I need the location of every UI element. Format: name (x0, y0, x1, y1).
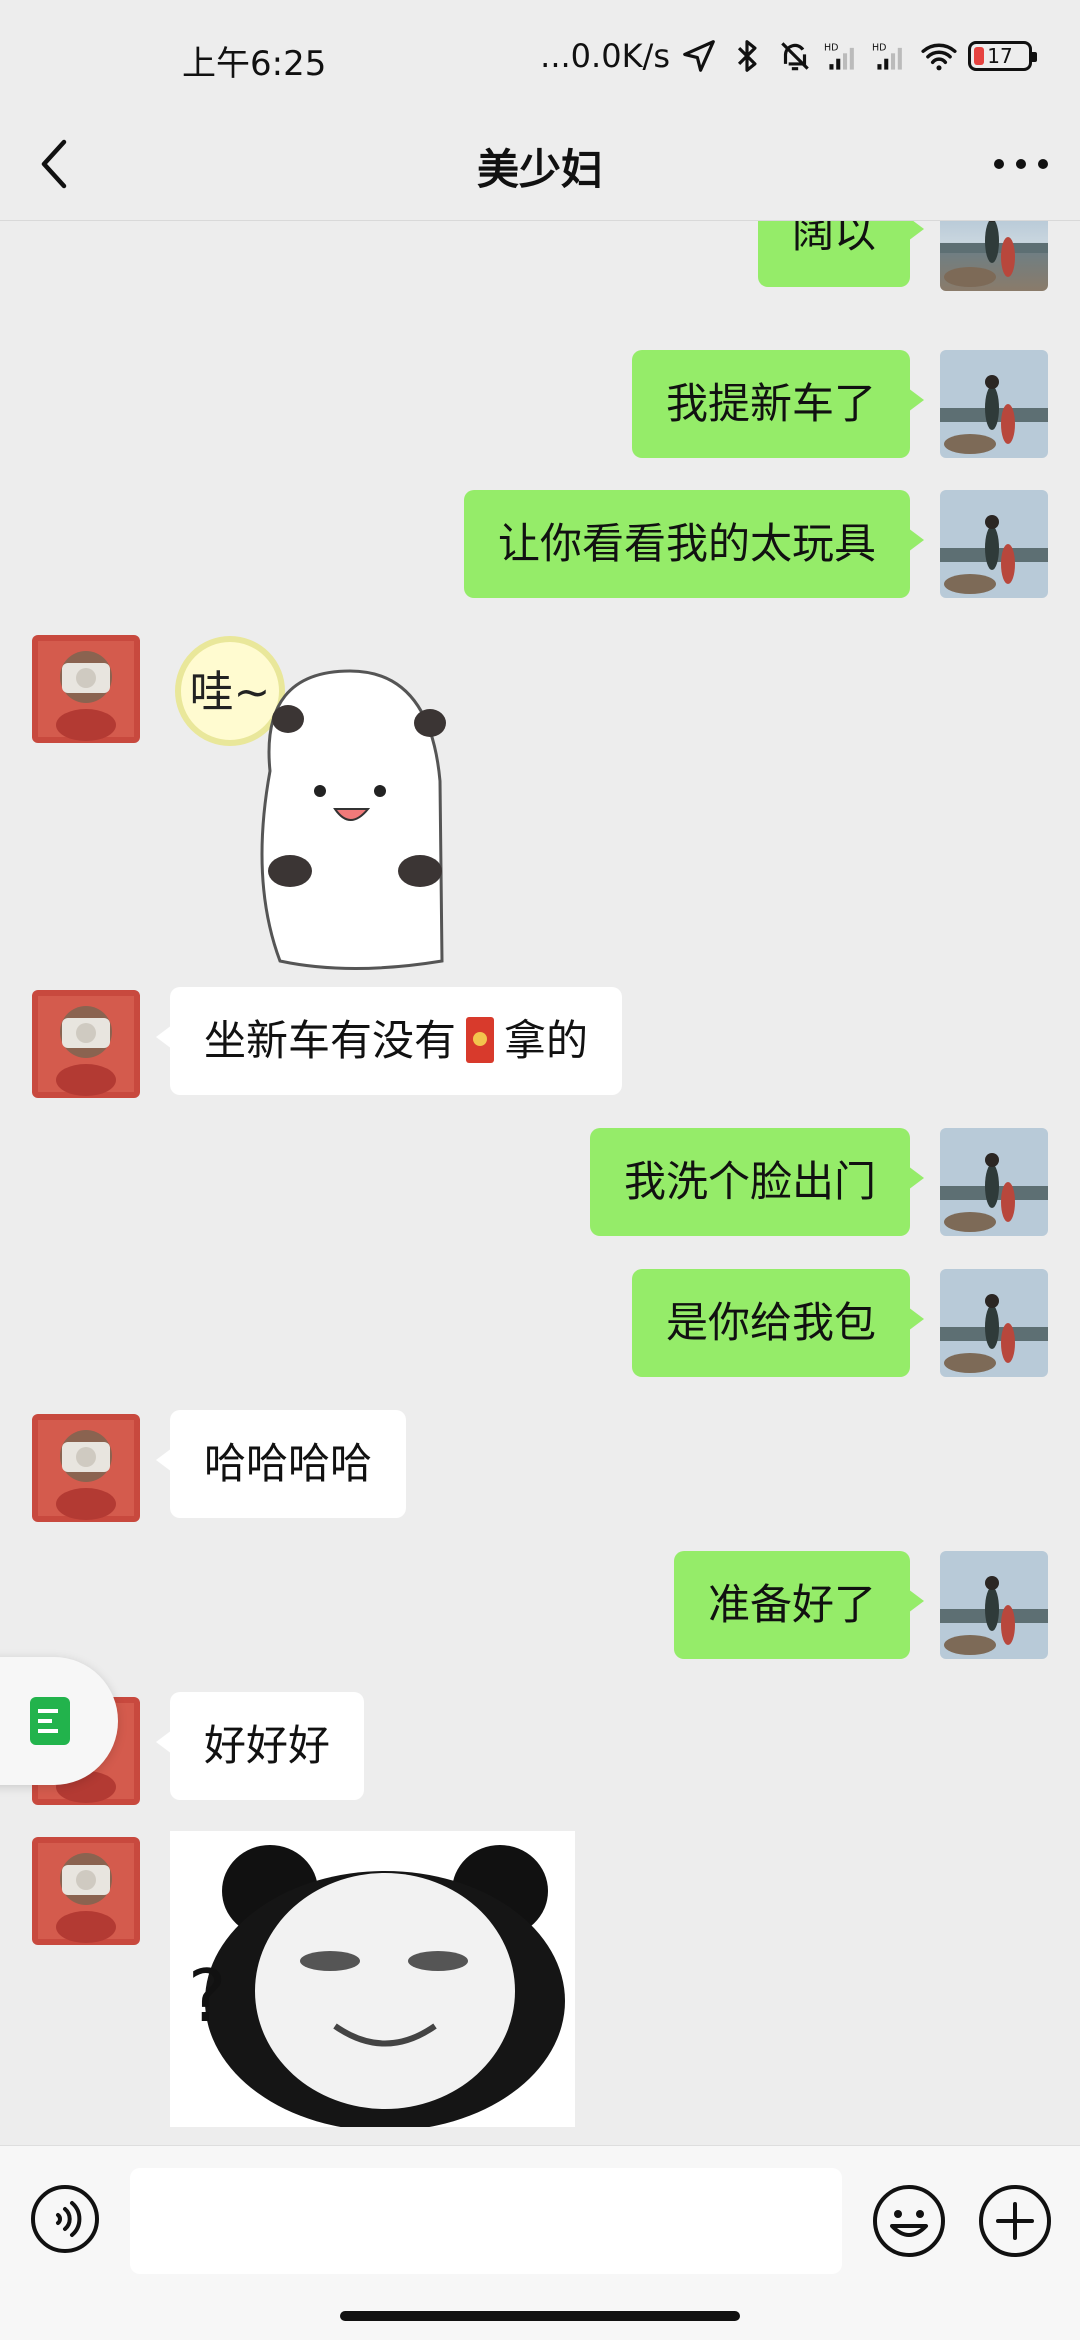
hd-signal-icon: HD (824, 43, 854, 70)
self-avatar[interactable] (940, 490, 1048, 598)
hd-signal-icon: HD (872, 43, 902, 70)
net-speed: ...0.0K/s (540, 37, 670, 75)
message-bubble[interactable]: 好好好 (155, 1692, 365, 1800)
more-button[interactable] (990, 136, 1052, 192)
chat-screen: 上午6:25 ...0.0K/s HD HD 17 美少妇 阔以 我提新车了 让… (0, 0, 1080, 2340)
status-icons: ...0.0K/s HD HD 17 (540, 36, 1037, 76)
self-avatar[interactable] (940, 221, 1048, 291)
message-bubble[interactable]: 阔以 (757, 221, 925, 287)
message-text: 坐新车有没有 (204, 1016, 457, 1065)
sticker-message[interactable]: 哇~ (170, 631, 500, 971)
contact-avatar[interactable] (32, 1414, 140, 1522)
battery-icon: 17 (968, 41, 1037, 71)
document-icon (30, 1697, 70, 1745)
chat-title: 美少妇 (476, 145, 603, 194)
emoji-icon[interactable] (872, 2184, 946, 2258)
contact-avatar[interactable] (32, 635, 140, 743)
sticker-caption: 哇~ (190, 667, 271, 718)
plus-icon[interactable] (978, 2184, 1052, 2258)
message-bubble[interactable]: 我洗个脸出门 (589, 1128, 925, 1236)
message-bubble[interactable]: 让你看看我的太玩具 (463, 490, 925, 598)
svg-text:HD: HD (824, 43, 838, 54)
wifi-icon (921, 43, 957, 71)
svg-text:HD: HD (872, 43, 886, 54)
more-dots-icon (994, 159, 1048, 169)
home-indicator[interactable] (340, 2311, 740, 2321)
message-bubble[interactable]: 哈哈哈哈 (155, 1410, 407, 1518)
contact-avatar[interactable] (32, 1837, 140, 1945)
sticker-caption: ? (188, 1954, 226, 2038)
sticker-message[interactable]: ? (170, 1831, 575, 2131)
self-avatar[interactable] (940, 1269, 1048, 1377)
message-bubble[interactable]: 准备好了 (673, 1551, 925, 1659)
voice-icon[interactable] (30, 2184, 100, 2254)
nav-bar: 美少妇 (0, 110, 1080, 221)
bluetooth-icon (737, 40, 757, 72)
contact-avatar[interactable] (32, 990, 140, 1098)
status-time: 上午6:25 (182, 44, 327, 84)
input-bar (0, 2145, 1080, 2340)
message-bubble[interactable]: 我提新车了 (631, 350, 925, 458)
self-avatar[interactable] (940, 350, 1048, 458)
self-avatar[interactable] (940, 1551, 1048, 1659)
red-packet-icon (466, 1017, 495, 1063)
status-bar: 上午6:25 ...0.0K/s HD HD 17 (0, 0, 1080, 110)
location-icon (683, 40, 715, 72)
message-input[interactable] (130, 2168, 842, 2274)
battery-level: 17 (987, 44, 1013, 68)
message-bubble[interactable]: 是你给我包 (631, 1269, 925, 1377)
mute-bell-icon (781, 42, 809, 71)
message-list[interactable]: 阔以 我提新车了 让你看看我的太玩具 哇~ 坐新车有没有 拿的 我洗个脸出门 是… (0, 221, 1080, 2145)
message-text: 拿的 (504, 1016, 589, 1065)
self-avatar[interactable] (940, 1128, 1048, 1236)
message-bubble[interactable]: 坐新车有没有 拿的 (155, 987, 623, 1095)
